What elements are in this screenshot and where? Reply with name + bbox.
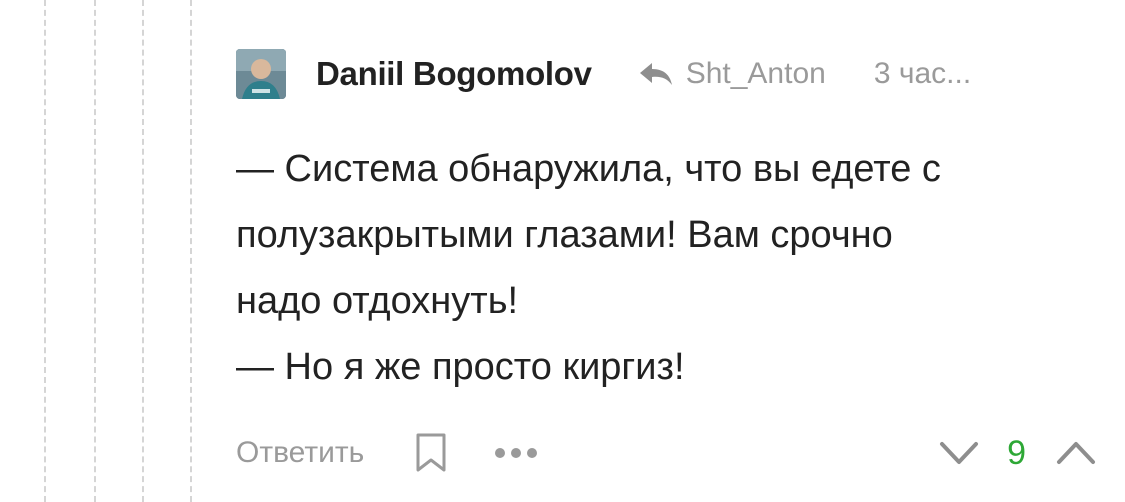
comment-line: — Но я же просто киргиз! [236, 346, 685, 388]
vote-up-icon[interactable] [1056, 440, 1096, 466]
comment-line: — Система обнаружила, что вы едете с [236, 148, 941, 190]
vote-down-icon[interactable] [939, 440, 979, 466]
avatar[interactable] [236, 49, 286, 99]
reply-button[interactable]: Ответить [236, 436, 364, 470]
comment-header: Daniil Bogomolov Sht_Anton 3 час... [236, 44, 1096, 104]
author-name[interactable]: Daniil Bogomolov [316, 55, 592, 93]
thread-guide-line [94, 0, 96, 502]
comment: Daniil Bogomolov Sht_Anton 3 час... — Си… [236, 44, 1096, 400]
comment-actions: Ответить 9 [236, 428, 1096, 478]
comment-line: надо отдохнуть! [236, 280, 519, 322]
reply-arrow-icon [639, 63, 672, 85]
rating: 9 [939, 434, 1096, 473]
comment-body: — Система обнаружила, что вы едете с пол… [236, 136, 1096, 400]
more-dots-icon[interactable] [494, 447, 538, 459]
avatar-image [236, 49, 286, 99]
thread-guides [0, 0, 200, 502]
thread-guide-line [44, 0, 46, 502]
thread-guide-line [142, 0, 144, 502]
comment-line: полузакрытыми глазами! Вам срочно [236, 214, 893, 256]
rating-value: 9 [1007, 433, 1026, 472]
reply-to[interactable]: Sht_Anton [638, 57, 826, 91]
bookmark-icon[interactable] [414, 432, 448, 474]
thread-guide-line [190, 0, 192, 502]
reply-to-name: Sht_Anton [685, 57, 826, 90]
comment-time: 3 час... [873, 57, 972, 90]
